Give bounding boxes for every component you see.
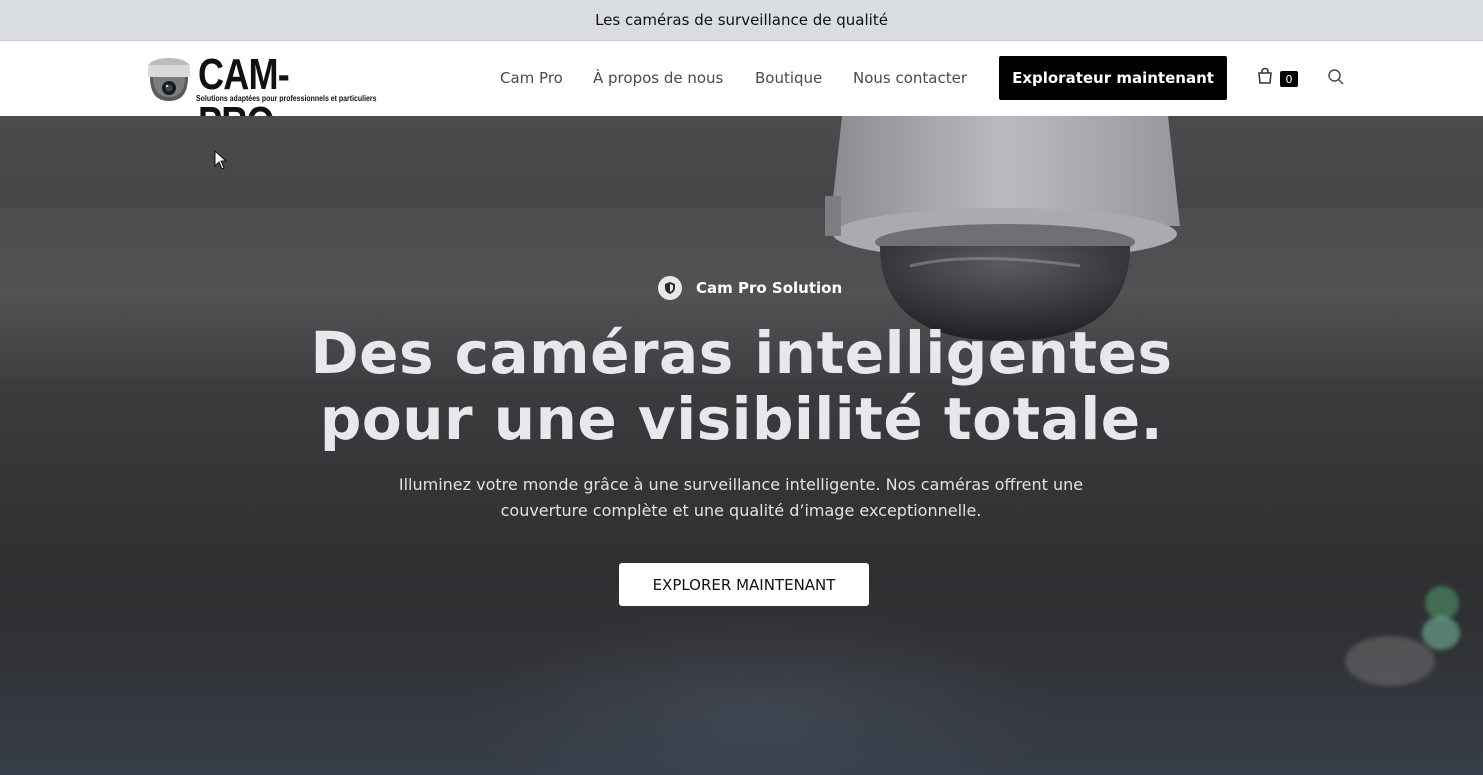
hero-subtext-line2: couverture complète et une qualité d’ima… bbox=[500, 501, 982, 520]
hero-headline-line1: Des caméras intelligentes bbox=[310, 319, 1173, 387]
announcement-bar: Les caméras de surveillance de qualité bbox=[0, 0, 1483, 41]
cart-count-badge: 0 bbox=[1280, 71, 1298, 87]
logo-tagline: Solutions adaptées pour professionnels e… bbox=[196, 93, 377, 103]
hero-headline-line2: pour une visibilité totale. bbox=[319, 385, 1164, 453]
explore-now-header-button[interactable]: Explorateur maintenant bbox=[999, 56, 1227, 100]
explore-now-hero-button[interactable]: EXPLORER MAINTENANT bbox=[619, 563, 869, 606]
mouse-cursor-icon bbox=[214, 150, 228, 170]
search-button[interactable] bbox=[1327, 68, 1345, 86]
site-header: CAM-PRO Solutions adaptées pour professi… bbox=[0, 41, 1483, 147]
bokeh-light bbox=[1425, 586, 1459, 620]
bokeh-light bbox=[1345, 636, 1435, 686]
nav-item-contact[interactable]: Nous contacter bbox=[853, 69, 967, 87]
nav-item-about[interactable]: À propos de nous bbox=[593, 69, 723, 87]
search-icon bbox=[1328, 69, 1344, 85]
camera-logo-icon bbox=[148, 58, 190, 101]
shield-icon bbox=[658, 276, 682, 300]
hero-background-bottom bbox=[0, 656, 1483, 775]
site-logo[interactable]: CAM-PRO Solutions adaptées pour professi… bbox=[146, 51, 378, 147]
announcement-text: Les caméras de surveillance de qualité bbox=[595, 11, 888, 29]
hero-section: Cam Pro Solution Des caméras intelligent… bbox=[0, 116, 1483, 775]
bokeh-light bbox=[1422, 616, 1460, 650]
hero-subtext-line1: Illuminez votre monde grâce à une survei… bbox=[398, 475, 1084, 494]
cart-button[interactable]: 0 bbox=[1256, 67, 1300, 91]
hero-subtext: Illuminez votre monde grâce à une survei… bbox=[380, 472, 1102, 524]
nav-item-shop[interactable]: Boutique bbox=[755, 69, 822, 87]
hero-headline: Des caméras intelligentes pour une visib… bbox=[0, 320, 1483, 452]
nav-item-cam-pro[interactable]: Cam Pro bbox=[500, 69, 563, 87]
shopping-bag-icon bbox=[1258, 67, 1272, 84]
hero-badge: Cam Pro Solution bbox=[658, 276, 842, 300]
hero-badge-label: Cam Pro Solution bbox=[696, 279, 843, 297]
